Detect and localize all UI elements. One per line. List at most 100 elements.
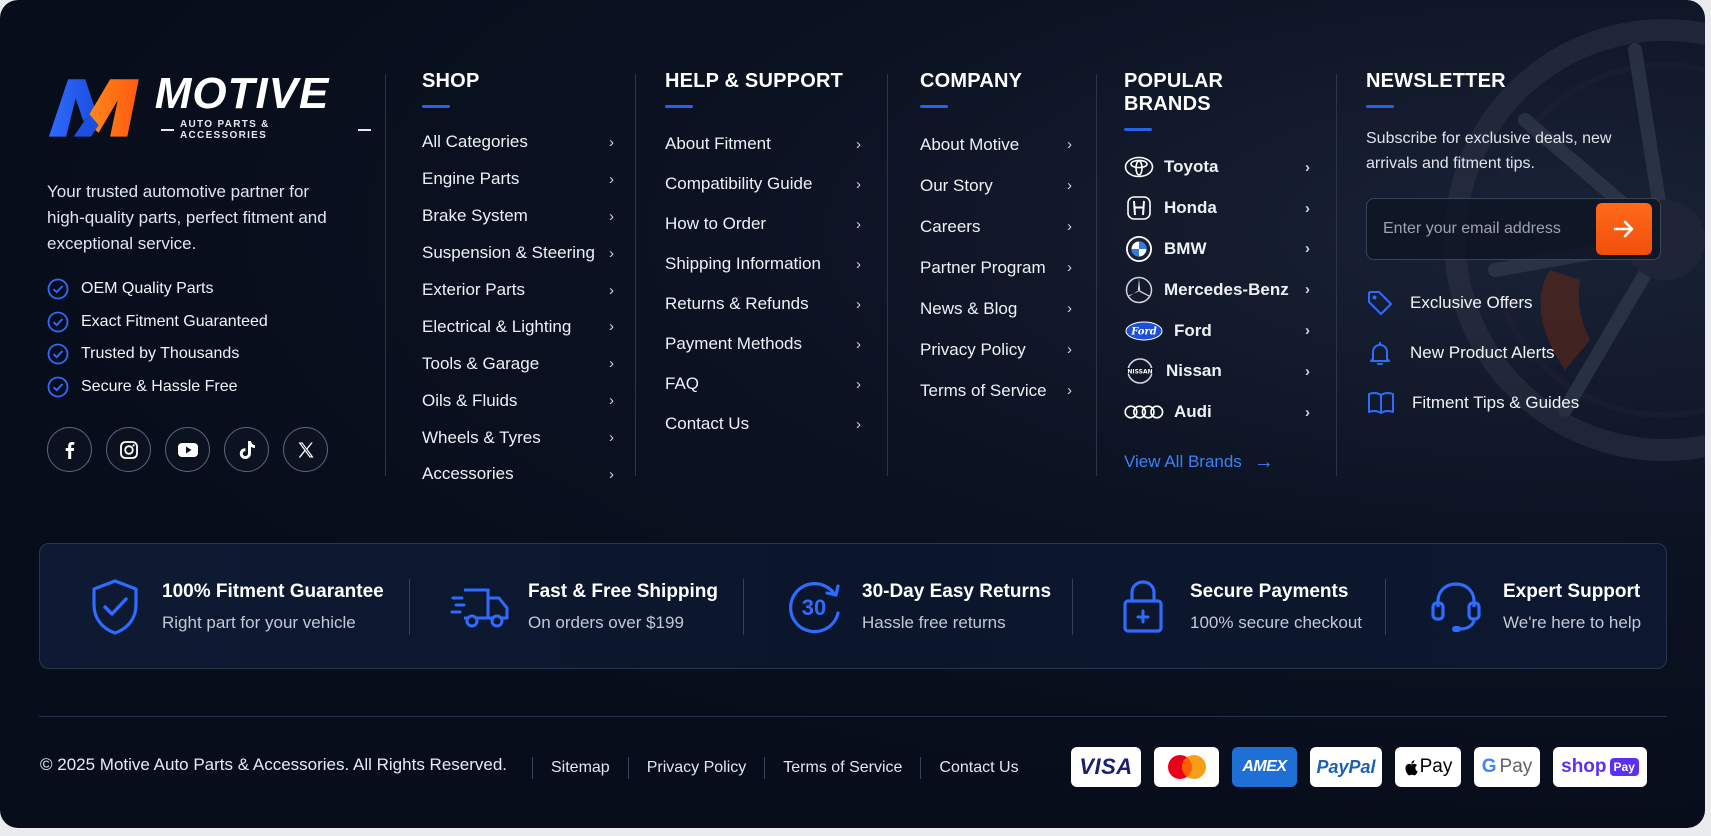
chevron-right-icon: › — [1067, 341, 1072, 358]
brand-link-bmw[interactable]: BMW › — [1124, 229, 1310, 270]
x-button[interactable] — [283, 427, 328, 472]
feature-title: Secure Payments — [1190, 581, 1349, 602]
chevron-right-icon: › — [609, 465, 614, 483]
company-link[interactable]: Partner Program › — [920, 247, 1072, 288]
shop-link[interactable]: Accessories › — [422, 456, 614, 493]
brand-label: Honda — [1164, 198, 1217, 218]
youtube-icon — [177, 442, 198, 457]
apple-pay-badge: Pay — [1395, 747, 1461, 787]
company-link[interactable]: Privacy Policy › — [920, 329, 1072, 370]
chevron-right-icon: › — [856, 135, 861, 153]
help-links: About Fitment › Compatibility Guide › How … — [665, 124, 861, 444]
arrow-right-icon — [1613, 220, 1634, 238]
feature-title: 100% Fitment Guarantee — [162, 581, 384, 602]
chevron-right-icon: › — [609, 355, 614, 373]
chevron-right-icon: › — [1305, 199, 1310, 217]
feature-label: Secure & Hassle Free — [81, 377, 238, 395]
help-link[interactable]: Shipping Information › — [665, 244, 861, 284]
feature-title: Expert Support — [1503, 581, 1641, 602]
email-input[interactable] — [1383, 199, 1593, 259]
ford-logo-icon: Ford — [1124, 317, 1164, 345]
shop-heading: SHOP — [422, 70, 480, 92]
feature-item: Exact Fitment Guaranteed — [47, 306, 377, 339]
chevron-right-icon: › — [1305, 158, 1310, 176]
brand-link-ford[interactable]: Ford Ford › — [1124, 310, 1310, 351]
link-label: About Fitment — [665, 134, 771, 153]
google-pay-label: Pay — [1499, 756, 1533, 777]
shop-link[interactable]: Oils & Fluids › — [422, 382, 614, 419]
tag-icon — [1368, 291, 1392, 315]
feature-subtitle: We're here to help — [1503, 613, 1642, 632]
shop-link[interactable]: Suspension & Steering › — [422, 235, 614, 272]
help-link[interactable]: Compatibility Guide › — [665, 164, 861, 204]
check-circle-icon — [47, 311, 69, 333]
link-label: Contact Us — [665, 414, 750, 433]
instagram-button[interactable] — [106, 427, 151, 472]
brand-link-mercedes[interactable]: Mercedes-Benz › — [1124, 269, 1310, 310]
bottom-divider — [39, 716, 1667, 717]
help-link[interactable]: Payment Methods › — [665, 324, 861, 364]
shop-link[interactable]: Tools & Garage › — [422, 345, 614, 382]
tiktok-button[interactable] — [224, 427, 269, 472]
help-link[interactable]: FAQ › — [665, 364, 861, 404]
nissan-logo-icon: NISSAN — [1124, 357, 1156, 385]
chevron-right-icon: › — [1305, 362, 1310, 380]
brand-link-toyota[interactable]: Toyota › — [1124, 147, 1310, 188]
company-link[interactable]: News & Blog › — [920, 288, 1072, 329]
chevron-right-icon: › — [609, 244, 614, 262]
contact-link[interactable]: Contact Us — [921, 759, 1036, 777]
chevron-right-icon: › — [1305, 322, 1310, 340]
chevron-right-icon: › — [609, 207, 614, 225]
heading-underline — [422, 105, 450, 108]
shop-link[interactable]: All Categories › — [422, 124, 614, 161]
subscribe-button[interactable] — [1596, 203, 1652, 255]
bell-icon — [1370, 342, 1390, 366]
amex-badge: AMEX — [1232, 747, 1297, 787]
brand-link-nissan[interactable]: NISSAN Nissan › — [1124, 351, 1310, 392]
shop-pay-badge: shop Pay — [1553, 747, 1647, 787]
bmw-logo-icon — [1124, 235, 1154, 263]
payment-methods: VISA AMEX PayPal Pay G Pay shop Pay — [1071, 747, 1647, 787]
visa-badge: VISA — [1071, 747, 1141, 787]
help-link[interactable]: How to Order › — [665, 204, 861, 244]
chevron-right-icon: › — [609, 429, 614, 447]
chevron-right-icon: › — [609, 318, 614, 336]
shop-pay-badge-label: Pay — [1609, 758, 1639, 776]
chevron-right-icon: › — [1305, 240, 1310, 258]
logo[interactable]: MOTIVE AUTO PARTS & ACCESSORIES — [47, 72, 377, 141]
perk-item: Fitment Tips & Guides — [1366, 378, 1666, 428]
sitemap-link[interactable]: Sitemap — [533, 759, 628, 777]
shop-link[interactable]: Electrical & Lighting › — [422, 308, 614, 345]
help-link[interactable]: Returns & Refunds › — [665, 284, 861, 324]
shop-link[interactable]: Exterior Parts › — [422, 272, 614, 309]
shop-link[interactable]: Engine Parts › — [422, 161, 614, 198]
view-all-brands-link[interactable]: View All Brands → — [1124, 451, 1310, 474]
paypal-badge: PayPal — [1310, 747, 1382, 787]
facebook-button[interactable] — [47, 427, 92, 472]
column-divider — [1096, 74, 1097, 476]
heading-underline — [1366, 105, 1394, 108]
social-links — [47, 427, 377, 472]
privacy-policy-link[interactable]: Privacy Policy — [629, 759, 765, 777]
company-link[interactable]: Terms of Service › — [920, 370, 1072, 411]
feature-divider — [743, 579, 744, 635]
help-link[interactable]: About Fitment › — [665, 124, 861, 164]
shop-link[interactable]: Wheels & Tyres › — [422, 419, 614, 456]
feature-divider — [1072, 579, 1073, 635]
chevron-right-icon: › — [1067, 177, 1072, 194]
shop-links: All Categories › Engine Parts › Brake Syst… — [422, 124, 614, 493]
shop-link[interactable]: Brake System › — [422, 198, 614, 235]
brand-link-honda[interactable]: Honda › — [1124, 188, 1310, 229]
link-label: Careers — [920, 216, 981, 236]
company-link[interactable]: Careers › — [920, 206, 1072, 247]
column-divider — [385, 74, 386, 476]
company-link[interactable]: About Motive › — [920, 124, 1072, 165]
help-link[interactable]: Contact Us › — [665, 404, 861, 444]
youtube-button[interactable] — [165, 427, 210, 472]
terms-link[interactable]: Terms of Service — [765, 759, 920, 777]
perk-label: Exclusive Offers — [1410, 293, 1533, 312]
feature-item: OEM Quality Parts — [47, 273, 377, 306]
company-link[interactable]: Our Story › — [920, 165, 1072, 206]
arrow-right-icon: → — [1253, 450, 1274, 473]
brand-link-audi[interactable]: Audi › — [1124, 392, 1310, 433]
